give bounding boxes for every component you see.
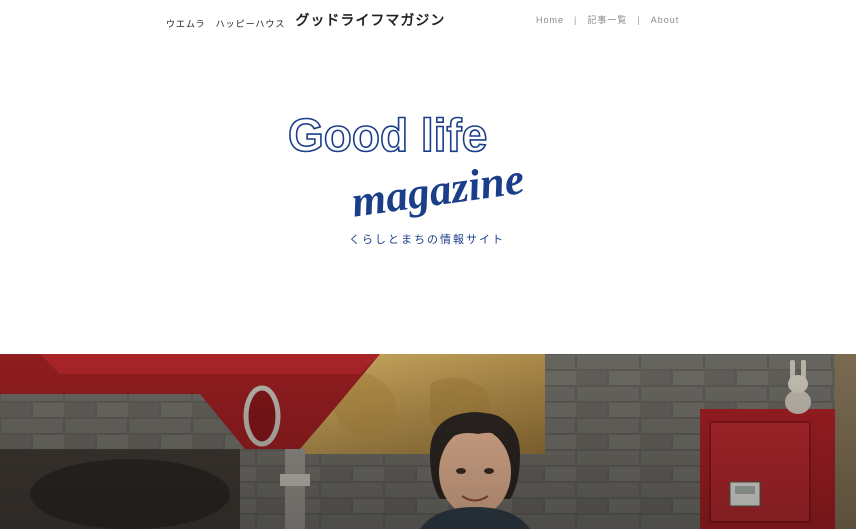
brand-sub-name: ハッピーハウス (215, 19, 286, 29)
nav-divider: | (637, 14, 641, 25)
logo-good-life-text: Good life (288, 109, 487, 161)
brand-magazine-name: グッドライフマガジン (295, 12, 446, 28)
nav-about-link[interactable]: About (651, 15, 680, 25)
main-nav: Home | 記事一覧 | About (536, 13, 679, 26)
hero-photo-illustration (0, 354, 856, 529)
nav-divider: | (574, 14, 578, 25)
tagline-text: くらしとまちの情報サイト (349, 234, 505, 246)
hero-photo (0, 354, 856, 529)
logo-magazine-text: magazine (348, 154, 527, 227)
site-tagline: くらしとまちの情報サイト (349, 230, 505, 248)
site-brand-logo[interactable]: ウエムラ ハッピーハウス グッドライフマガジン (166, 12, 445, 30)
site-header: ウエムラ ハッピーハウス グッドライフマガジン Home | 記事一覧 | Ab… (0, 0, 856, 40)
nav-home-link[interactable]: Home (536, 15, 564, 25)
brand-company-name: ウエムラ (166, 19, 206, 29)
nav-articles-link[interactable]: 記事一覧 (587, 13, 627, 26)
